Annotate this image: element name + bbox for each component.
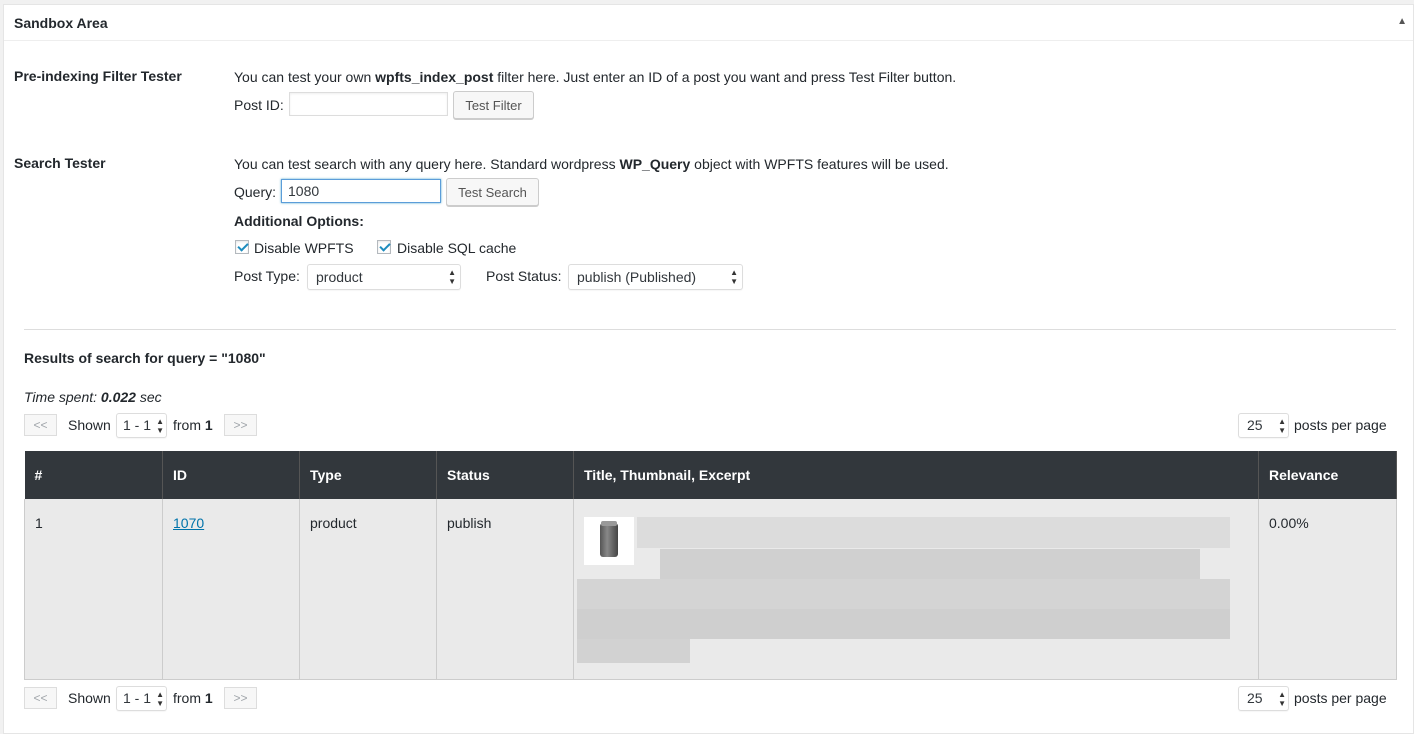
product-thumbnail[interactable] [584,517,634,565]
divider [24,329,1396,330]
per-page-select-bottom[interactable]: 25 ▲ ▼ [1238,686,1289,711]
triangle-up-icon[interactable]: ▲ [1397,16,1407,27]
select-arrows-icon: ▲ ▼ [730,268,738,286]
post-type-value: product [316,269,363,285]
post-status-value: publish (Published) [577,269,697,285]
select-arrows-icon: ▲ ▼ [156,690,164,708]
pager-next-button-bottom[interactable]: >> [224,687,257,709]
pager-shown-label-bottom: Shown [68,690,111,706]
cell-id: 1070 [162,499,300,680]
post-type-select[interactable]: product ▲ ▼ [307,264,461,290]
query-label: Query: [234,184,277,200]
per-page-label-bottom: posts per page [1294,690,1387,706]
pre-index-description: You can test your own wpfts_index_post f… [234,69,957,85]
search-description: You can test search with any query here.… [234,156,949,172]
col-header-relevance[interactable]: Relevance [1258,451,1397,499]
panel-title: Sandbox Area [14,15,108,31]
table-header-row: # ID Type Status Title, Thumbnail, Excer… [24,451,1397,499]
test-filter-button[interactable]: Test Filter [453,91,534,119]
per-page-value: 25 [1247,690,1263,706]
post-id-label: Post ID: [234,97,284,113]
disable-wpfts-checkbox[interactable] [235,240,249,254]
post-status-label: Post Status: [486,268,562,284]
select-arrows-icon: ▲ ▼ [448,268,456,286]
panel-header[interactable]: Sandbox Area ▲ [4,5,1413,41]
pager-from-bottom: from 1 [173,690,213,706]
pager-next-button[interactable]: >> [224,414,257,436]
disable-sql-cache-checkbox[interactable] [377,240,391,254]
pager-from: from 1 [173,417,213,433]
product-image [600,521,618,557]
cell-relevance: 0.00% [1258,499,1397,680]
disable-sql-cache-label: Disable SQL cache [397,240,517,256]
post-status-select[interactable]: publish (Published) ▲ ▼ [568,264,743,290]
cell-status: publish [436,499,574,680]
pager-range-value: 1 - 1 [123,417,152,433]
post-id-link[interactable]: 1070 [173,515,204,531]
disable-wpfts-label: Disable WPFTS [254,240,354,256]
cell-num: 1 [24,499,163,680]
col-header-title[interactable]: Title, Thumbnail, Excerpt [573,451,1259,499]
col-header-type[interactable]: Type [299,451,437,499]
additional-options-label: Additional Options: [234,213,364,229]
search-tester-label: Search Tester [14,155,106,171]
query-input[interactable] [281,179,441,203]
col-header-status[interactable]: Status [436,451,574,499]
col-header-id[interactable]: ID [162,451,300,499]
pager-shown-label: Shown [68,417,111,433]
test-search-button[interactable]: Test Search [446,178,539,206]
pager-range-value: 1 - 1 [123,690,152,706]
col-header-num[interactable]: # [24,451,163,499]
per-page-label: posts per page [1294,417,1387,433]
pager-range-select-bottom[interactable]: 1 - 1 ▲ ▼ [116,686,167,711]
select-arrows-icon: ▲ ▼ [1278,690,1286,708]
pre-index-label: Pre-indexing Filter Tester [14,68,182,84]
post-id-input[interactable] [289,92,448,116]
pager-range-select[interactable]: 1 - 1 ▲ ▼ [116,413,167,438]
post-type-label: Post Type: [234,268,300,284]
pager-prev-button[interactable]: << [24,414,57,436]
per-page-value: 25 [1247,417,1263,433]
results-heading: Results of search for query = "1080" [24,350,266,366]
per-page-select[interactable]: 25 ▲ ▼ [1238,413,1289,438]
pager-prev-button-bottom[interactable]: << [24,687,57,709]
select-arrows-icon: ▲ ▼ [1278,417,1286,435]
cell-type: product [299,499,437,680]
time-spent: Time spent: 0.022 sec [24,389,162,405]
select-arrows-icon: ▲ ▼ [156,417,164,435]
